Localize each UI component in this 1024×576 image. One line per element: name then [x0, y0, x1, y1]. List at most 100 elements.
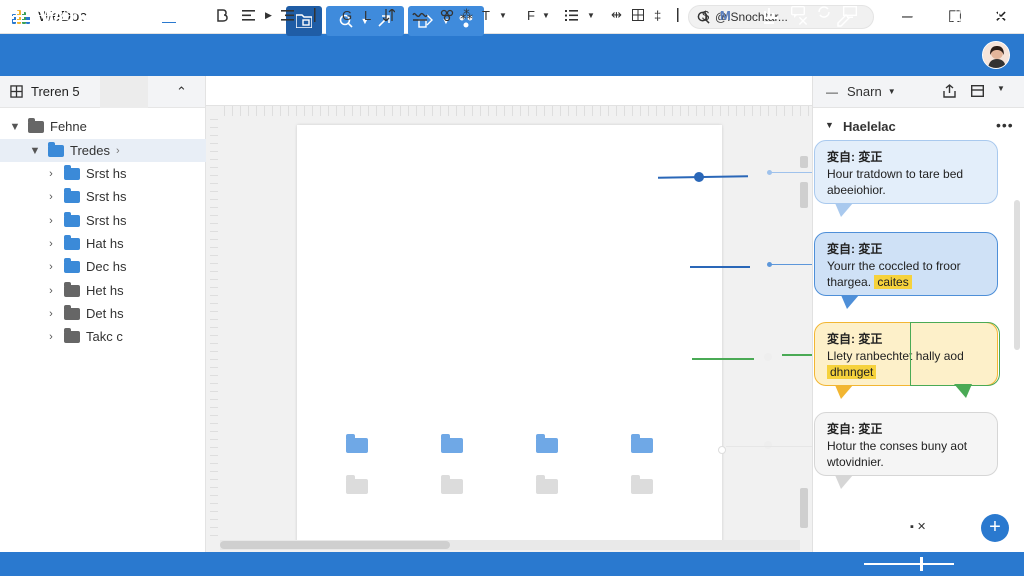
comment-bubble[interactable]: 変自: 変正 Hotur the conses buny aot wtovidn…	[814, 412, 998, 489]
bold-icon[interactable]	[216, 5, 228, 25]
folder-icon[interactable]	[346, 475, 368, 494]
comment-icon[interactable]	[791, 4, 805, 20]
folder-icon[interactable]	[441, 434, 463, 453]
tree-item-label: Srst hs	[86, 189, 127, 204]
tree-item[interactable]: › Srst hs	[0, 209, 206, 232]
folder-icon[interactable]	[631, 434, 653, 453]
folder-icon	[64, 164, 80, 180]
folder-icon[interactable]	[346, 434, 368, 453]
comment-author: 変自: 変正	[827, 422, 883, 436]
folder-icon[interactable]	[441, 475, 463, 494]
align-right-icon[interactable]	[281, 5, 294, 25]
anchor-dot	[718, 446, 726, 454]
apps-grid-icon[interactable]	[11, 4, 24, 20]
chevron-right-icon: ›	[49, 237, 53, 250]
tree-item-root[interactable]: ▼ Fehne	[0, 115, 206, 138]
sidebar-tab-spacer	[100, 76, 148, 108]
tree-item[interactable]: › Hat hs	[0, 232, 206, 255]
chevron-down-icon: ▼	[29, 144, 41, 157]
wave-icon[interactable]	[412, 5, 428, 25]
chevron-down-icon[interactable]: ▼	[587, 5, 595, 25]
folder-icon[interactable]	[536, 475, 558, 494]
comment-connector	[692, 358, 754, 360]
horizontal-scrollbar[interactable]	[220, 540, 800, 550]
tree-item[interactable]: › Srst hs	[0, 162, 206, 185]
layout-icon[interactable]	[970, 84, 985, 100]
font-g-button[interactable]: G	[342, 5, 352, 25]
vertical-scrollbar[interactable]	[800, 150, 810, 530]
folder-icon	[64, 327, 80, 343]
grid-icon	[10, 85, 23, 98]
tree-item[interactable]: › Takc c	[0, 325, 206, 348]
tree-item[interactable]: › Het hs	[0, 279, 206, 302]
tree-item[interactable]: › Det hs	[0, 302, 206, 325]
sidebar-title: Treren 5	[31, 84, 80, 99]
tree-item-selected[interactable]: ▼ Tredes ›	[0, 139, 206, 162]
share-label: Snarn	[847, 84, 882, 99]
text-style-icon[interactable]	[191, 6, 213, 36]
chevron-right-icon: ›	[115, 144, 120, 157]
brush-icon[interactable]	[868, 6, 890, 36]
zoom-slider-thumb[interactable]	[920, 557, 923, 571]
anchor-dot	[767, 262, 772, 267]
add-comment-button[interactable]: +	[981, 514, 1009, 542]
share-dropdown[interactable]: Snarn ▼	[847, 84, 896, 99]
dollar-icon[interactable]: $	[702, 5, 709, 25]
anchor-dot	[767, 170, 772, 175]
panel-header	[813, 76, 1024, 108]
drive-icon[interactable]	[158, 6, 180, 36]
monitor-icon[interactable]	[843, 4, 857, 20]
folder-icon	[28, 117, 44, 133]
fullscreen-icon[interactable]	[998, 4, 1010, 20]
anchor-dot[interactable]	[694, 172, 704, 182]
chevron-right-icon: ›	[49, 284, 53, 297]
folder-icon[interactable]	[124, 6, 146, 36]
user-avatar[interactable]	[982, 41, 1010, 69]
column-icon[interactable]	[677, 5, 679, 25]
zoom-slider[interactable]	[864, 563, 954, 565]
play-icon[interactable]: ▶	[265, 5, 272, 25]
more-options-icon[interactable]: •••	[996, 117, 1014, 133]
sort-icon[interactable]	[383, 5, 395, 25]
chart-icon[interactable]	[763, 4, 777, 20]
align-left-icon[interactable]	[242, 5, 255, 25]
panel-menu-icon[interactable]: —	[826, 85, 838, 99]
comments-section-title: Haelelac	[843, 119, 896, 134]
format-toolbar	[206, 76, 812, 106]
time-display: 0:368	[955, 6, 983, 18]
export-icon[interactable]	[943, 84, 956, 101]
comment-text: thargea.	[827, 275, 875, 289]
sync-icon[interactable]	[817, 4, 831, 20]
list-icon[interactable]	[565, 5, 578, 25]
folder-icon[interactable]	[631, 475, 653, 494]
comment-tail	[954, 384, 972, 398]
chevron-up-icon[interactable]: ⌃	[176, 84, 187, 100]
comment-connector	[690, 266, 750, 268]
chevron-down-icon[interactable]: ▼	[997, 84, 1005, 93]
text-t-button[interactable]: T	[482, 5, 490, 25]
chevron-down-icon[interactable]: ▼	[499, 5, 507, 25]
indent-icon[interactable]: ⇹	[611, 5, 622, 25]
link-icon[interactable]	[440, 5, 454, 25]
chevron-down-icon[interactable]: ▼	[825, 120, 834, 130]
bell-icon[interactable]	[905, 6, 927, 36]
scroll-thumb[interactable]	[220, 541, 450, 549]
tree-item[interactable]: › Srst hs	[0, 185, 206, 208]
comment-text: wtovidnier.	[827, 455, 884, 469]
panel-scrollbar[interactable]	[1014, 200, 1020, 350]
comment-bubble[interactable]: 変自: 変正 Hour tratdown to tare bed abeeioh…	[814, 140, 998, 217]
strike-icon[interactable]: ‡	[654, 5, 661, 25]
font-f-button[interactable]: F	[527, 5, 535, 25]
tree-item[interactable]: › Dec hs	[0, 255, 206, 278]
folder-icon[interactable]	[536, 434, 558, 453]
chevron-down-icon: ▼	[887, 87, 896, 96]
chevron-right-icon: ›	[49, 330, 53, 343]
resize-icon[interactable]: ▪ ✕	[910, 520, 926, 533]
comment-bubble[interactable]: 変自: 変正 Yourr the coccled to froor tharge…	[814, 232, 998, 309]
symbol-icon[interactable]: ⁂	[460, 5, 473, 25]
font-m-button[interactable]: M	[720, 5, 731, 25]
table-icon[interactable]	[632, 5, 644, 25]
font-l-button[interactable]: L	[364, 5, 371, 25]
tree-item-label: Srst hs	[86, 213, 127, 228]
chevron-down-icon[interactable]: ▼	[542, 5, 550, 25]
